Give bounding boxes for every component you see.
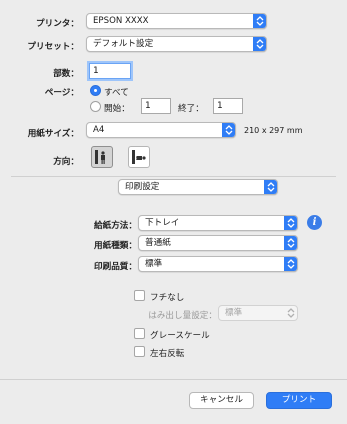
pages-range-radio[interactable] xyxy=(90,101,101,112)
preset-popup[interactable]: デフォルト設定 xyxy=(86,36,267,52)
orientation-landscape-button[interactable] xyxy=(128,146,150,168)
borderless-label: フチなし xyxy=(150,293,185,303)
media-type-popup[interactable]: 普通紙 xyxy=(138,235,298,251)
pages-to-field[interactable]: 1 xyxy=(213,98,243,114)
popup-stepper-icon xyxy=(284,236,297,250)
pages-to-label: 終了： xyxy=(178,104,204,114)
popup-stepper-icon xyxy=(284,257,297,271)
expansion-value: 標準 xyxy=(225,308,243,318)
printer-value: EPSON XXXX xyxy=(93,16,149,26)
borderless-checkbox[interactable] xyxy=(134,290,145,301)
pages-all-radio[interactable] xyxy=(90,85,101,96)
expansion-popup[interactable]: 標準 xyxy=(218,305,298,321)
panel-value: 印刷設定 xyxy=(125,182,160,192)
print-quality-popup[interactable]: 標準 xyxy=(138,256,298,272)
popup-stepper-icon xyxy=(264,180,277,194)
grayscale-checkbox[interactable] xyxy=(134,328,145,339)
media-type-value: 普通紙 xyxy=(145,238,171,248)
printer-popup[interactable]: EPSON XXXX xyxy=(86,13,267,29)
portrait-icon xyxy=(95,150,105,164)
paper-source-value: 下トレイ xyxy=(145,218,180,228)
popup-stepper-icon xyxy=(253,14,266,28)
print-button[interactable]: プリント xyxy=(266,392,332,409)
orientation-portrait-button[interactable] xyxy=(91,146,113,168)
separator xyxy=(0,379,347,380)
preset-value: デフォルト設定 xyxy=(93,39,154,49)
popup-stepper-icon xyxy=(284,216,297,230)
print-quality-value: 標準 xyxy=(145,259,163,269)
printer-label: プリンタ： xyxy=(36,19,79,29)
paper-source-popup[interactable]: 下トレイ xyxy=(138,215,298,231)
popup-stepper-icon xyxy=(222,123,235,137)
copies-field[interactable]: 1 xyxy=(89,63,131,79)
pages-from-field[interactable]: 1 xyxy=(141,98,171,114)
pages-from-label: 開始： xyxy=(104,104,130,114)
grayscale-label: グレースケール xyxy=(150,331,210,341)
landscape-icon xyxy=(132,150,146,164)
popup-stepper-icon xyxy=(284,306,297,320)
orientation-label: 方向： xyxy=(53,157,79,167)
cancel-button[interactable]: キャンセル xyxy=(189,392,254,409)
pages-label: ページ： xyxy=(44,88,79,98)
copies-label: 部数： xyxy=(53,69,79,79)
preset-label: プリセット： xyxy=(27,42,79,52)
paper-size-popup[interactable]: A4 xyxy=(86,122,236,138)
panel-popup[interactable]: 印刷設定 xyxy=(118,179,278,195)
paper-size-label: 用紙サイズ： xyxy=(27,129,79,139)
popup-stepper-icon xyxy=(253,37,266,51)
media-type-label: 用紙種類： xyxy=(94,241,137,251)
expansion-label: はみ出し量設定： xyxy=(148,311,217,321)
paper-size-value: A4 xyxy=(93,125,105,135)
paper-size-dimensions: 210 x 297 mm xyxy=(244,126,303,135)
info-icon[interactable]: i xyxy=(307,215,322,230)
separator xyxy=(11,176,336,177)
mirror-checkbox[interactable] xyxy=(134,346,145,357)
print-quality-label: 印刷品質： xyxy=(94,262,137,272)
mirror-label: 左右反転 xyxy=(150,349,185,359)
pages-all-label: すべて xyxy=(104,88,129,98)
paper-source-label: 給紙方法： xyxy=(94,221,137,231)
